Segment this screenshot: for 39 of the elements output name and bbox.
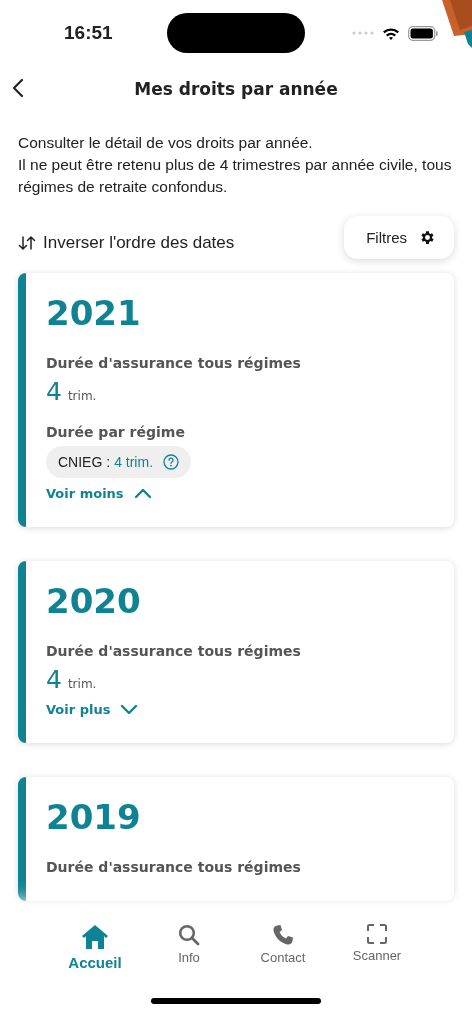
chevron-down-icon [120,704,139,715]
quarters-count: 4 [46,377,62,406]
wifi-icon [382,26,400,40]
settings-icon [419,229,436,246]
home-icon [81,924,109,950]
scan-frame-icon [367,924,387,944]
quarters-unit: trim. [67,677,97,691]
tab-item[interactable]: Scanner [341,910,413,990]
chevron-up-icon [133,488,152,499]
quarters-count: 4 [46,665,62,694]
search-icon [178,924,200,946]
year-title: 2019 [46,797,142,837]
tab-item[interactable]: Info [153,910,225,990]
regime-value: 4 trim. [114,454,153,470]
quarters-unit: trim. [67,389,97,403]
battery-icon [408,25,438,41]
year-title: 2021 [46,293,142,333]
insurance-label: Durée d'assurance tous régimes [46,355,302,371]
intro-text: Consulter le détail de vos droits par année. [18,133,314,153]
year-title: 2020 [46,581,142,621]
phone-icon [272,924,294,946]
insurance-label: Durée d'assurance tous régimes [46,859,302,875]
filters-button[interactable]: Filtres [344,216,454,259]
show-more-link[interactable]: Voir plus [46,702,139,717]
signal-icon [352,31,374,35]
tab-item[interactable]: Contact [247,910,319,990]
sort-arrows-icon [18,234,38,251]
intro-text: Il ne peut être retenu plus de 4 trimestres par année civile, tous régimes de retraite confondus. [18,155,453,197]
reverse-order-link[interactable]: Inverser l'ordre des dates [18,232,235,253]
show-less-link[interactable]: Voir moins [46,486,152,501]
tab-item[interactable]: Accueil [59,910,131,990]
regime-name: CNIEG : [58,454,111,470]
back-chevron-icon [12,77,24,98]
page-title: Mes droits par année [134,79,338,99]
insurance-label: Durée d'assurance tous régimes [46,643,302,659]
corner-decoration [442,0,472,48]
status-time: 16:51 [64,22,114,44]
help-icon[interactable] [163,454,179,470]
regime-label: Durée par régime [46,424,186,440]
